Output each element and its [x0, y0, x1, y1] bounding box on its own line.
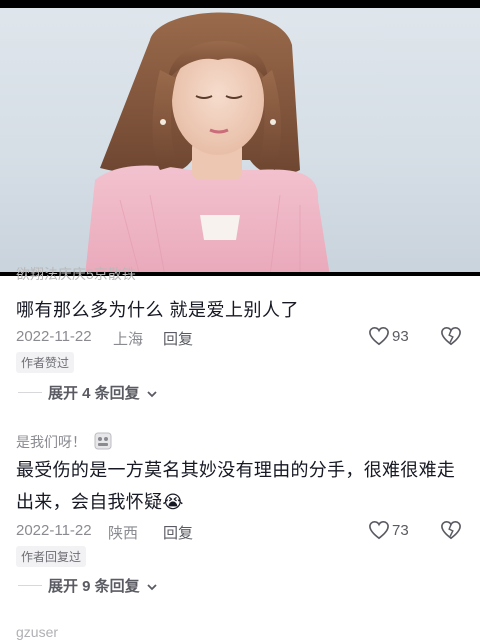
- comment-1-reply-button[interactable]: 回复: [163, 328, 193, 349]
- comment-2-author-replied-badge: 作者回复过: [16, 546, 87, 567]
- comment-2-location: 陕西: [108, 525, 139, 542]
- comment-1-expand-replies[interactable]: 展开 4 条回复: [48, 382, 158, 403]
- comment-1-expand-label: 展开 4 条回复: [48, 385, 140, 402]
- like-heart-icon[interactable]: [368, 326, 390, 346]
- comment-2-expand-replies[interactable]: 展开 9 条回复: [48, 575, 158, 596]
- comment-2-expand-label: 展开 9 条回复: [48, 578, 140, 595]
- comment-list: 欲翔法庆庆5京散铁 哪有那么多为什么 就是爱上别人了 2022-11-22 上海…: [0, 266, 480, 640]
- video-frame-illustration: [85, 12, 330, 276]
- comment-1-author-liked-badge: 作者赞过: [16, 352, 75, 373]
- video-player[interactable]: [0, 0, 480, 276]
- comment-2-text: 最受伤的是一方莫名其妙没有理由的分手，很难很难走出来，会自我怀疑😭: [16, 460, 456, 512]
- user-badge-icon: [94, 432, 112, 450]
- comment-2-username[interactable]: 是我们呀！: [16, 432, 86, 452]
- dislike-broken-heart-icon[interactable]: [440, 326, 462, 346]
- comment-2-like-count: 73: [392, 522, 409, 539]
- comment-2-reply-button[interactable]: 回复: [163, 522, 193, 543]
- chevron-down-icon: [147, 584, 157, 591]
- comment-3-username[interactable]: gzuser: [16, 624, 58, 640]
- comment-2-date: 2022-11-22: [16, 522, 92, 539]
- like-heart-icon[interactable]: [368, 520, 390, 540]
- comment-1-date: 2022-11-22: [16, 328, 92, 345]
- comment-1-location: 上海: [113, 331, 144, 348]
- dislike-broken-heart-icon[interactable]: [440, 520, 462, 540]
- comment-1-like-count: 93: [392, 328, 409, 345]
- chevron-down-icon: [147, 391, 157, 398]
- comment-1-username-partial[interactable]: 欲翔法庆庆5京散铁: [16, 264, 136, 284]
- expand-divider-line: [18, 585, 42, 586]
- comment-1-text: 哪有那么多为什么 就是爱上别人了: [16, 300, 299, 320]
- expand-divider-line: [18, 392, 42, 393]
